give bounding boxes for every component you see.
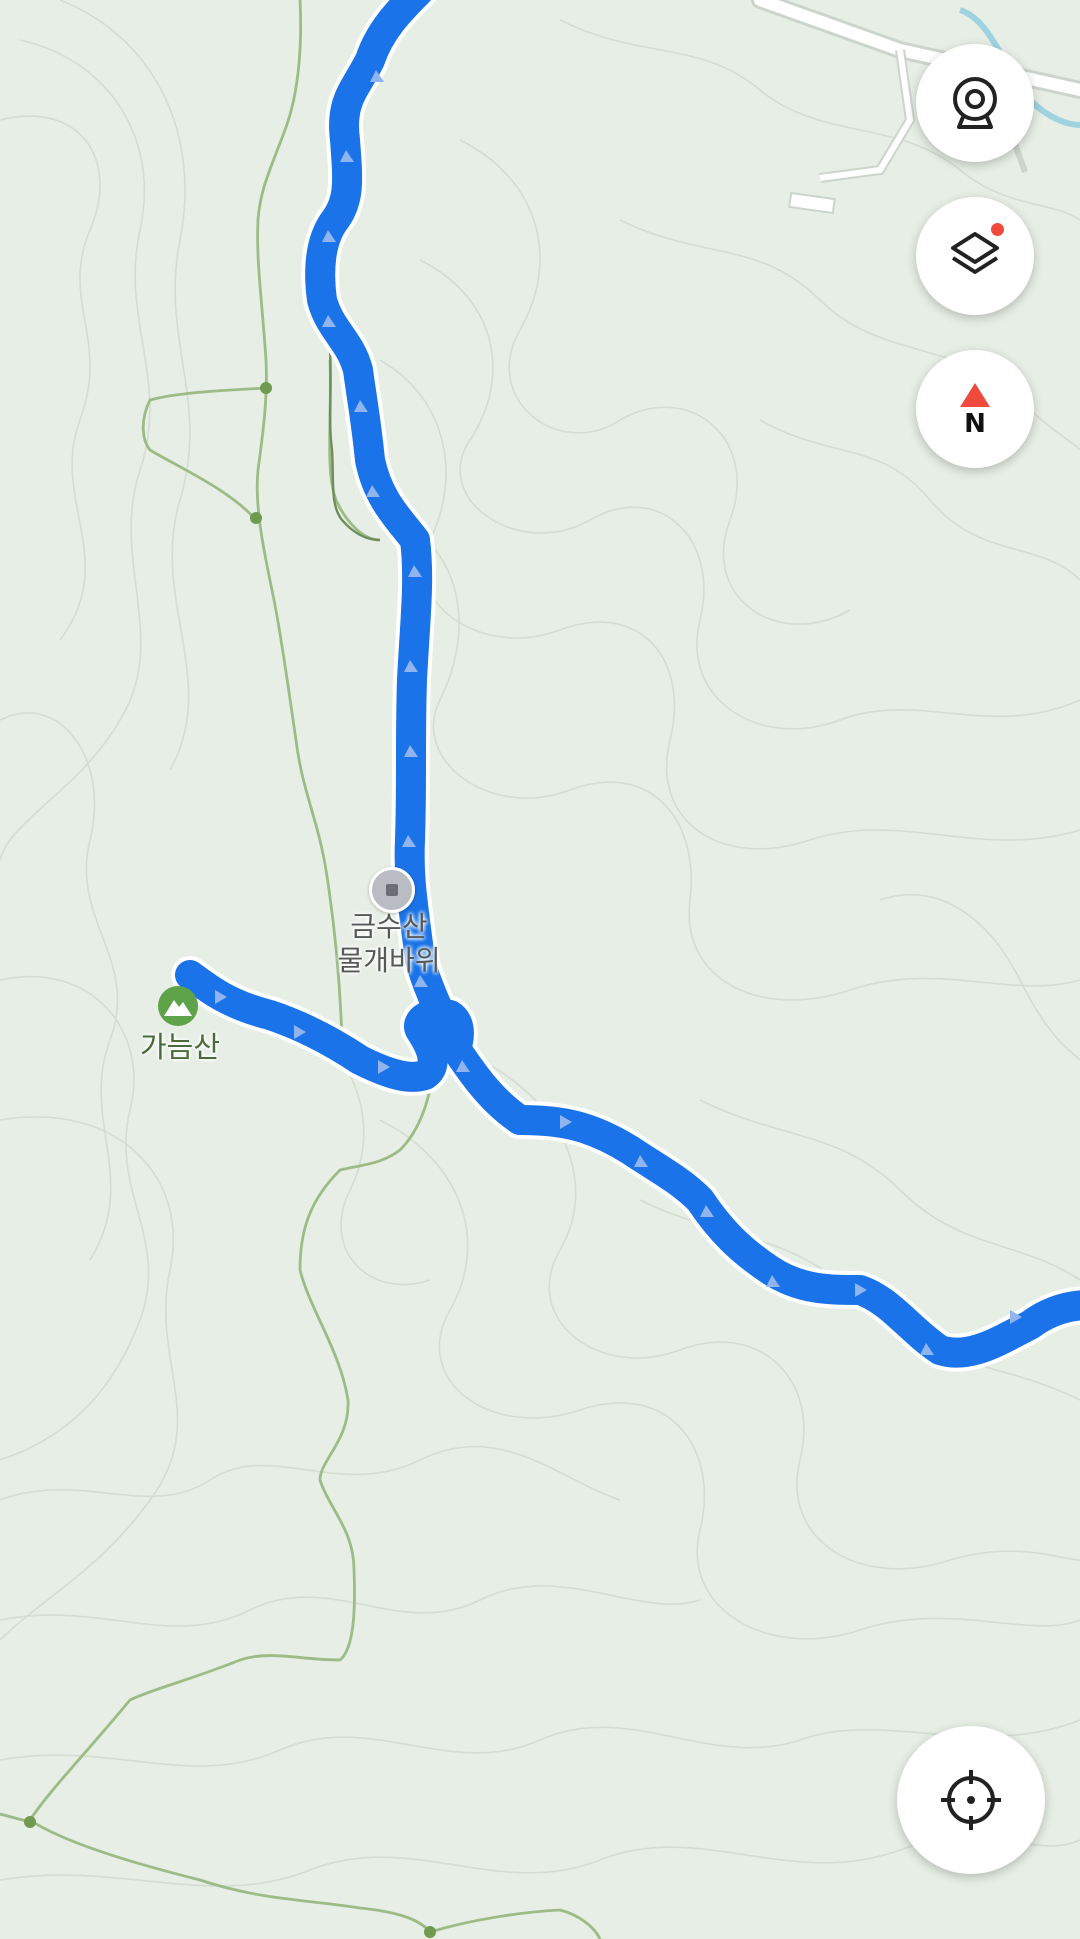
- map-canvas[interactable]: [0, 0, 1080, 1939]
- layers-badge: [991, 223, 1004, 236]
- trail-nodes: [24, 382, 436, 1938]
- mountain-icon[interactable]: [158, 986, 198, 1026]
- camera-icon: [953, 77, 997, 129]
- poi-label[interactable]: 금수산 물개바위: [314, 910, 464, 978]
- compass-letter: N: [964, 409, 986, 439]
- poi-marker[interactable]: [369, 867, 415, 913]
- compass-button[interactable]: N: [916, 350, 1034, 468]
- poi-label-line1: 금수산: [350, 910, 428, 943]
- peak-label[interactable]: 가늠산: [120, 1030, 240, 1064]
- poi-label-line2: 물개바위: [337, 944, 441, 977]
- layers-button[interactable]: [916, 197, 1034, 315]
- locate-button[interactable]: [897, 1726, 1045, 1874]
- contour-lines: [0, 0, 1080, 1887]
- compass-north-icon: N: [958, 381, 992, 437]
- locate-crosshair-icon: [941, 1770, 1001, 1830]
- camera-button[interactable]: [916, 44, 1034, 162]
- poi-square-icon: [386, 884, 398, 896]
- trails: [0, 0, 602, 1939]
